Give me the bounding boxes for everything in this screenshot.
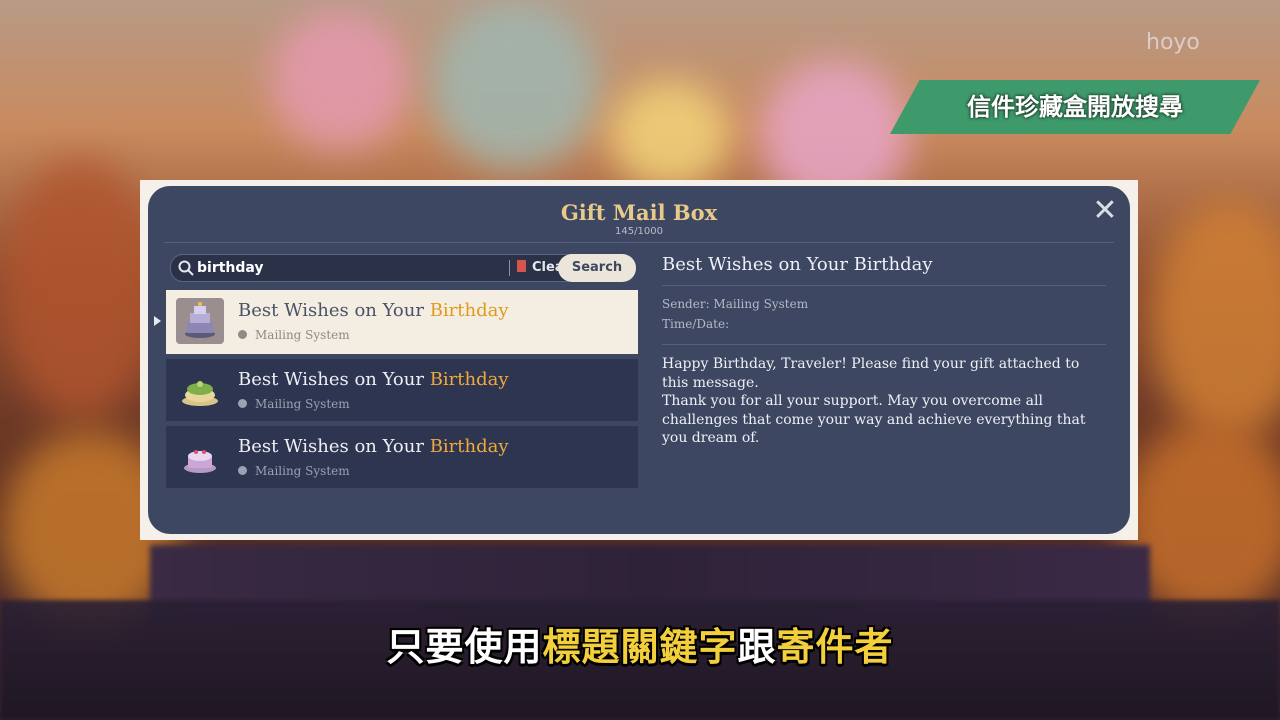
- mail-sender: Mailing System: [238, 328, 350, 342]
- mail-detail-panel: Best Wishes on Your Birthday Sender: Mai…: [662, 254, 1106, 448]
- body-paragraph: Happy Birthday, Traveler! Please find yo…: [662, 356, 1080, 391]
- watermark-logo: hoyo: [1146, 30, 1200, 55]
- trash-icon: [517, 260, 526, 272]
- detail-sender: Sender: Mailing System: [662, 297, 809, 311]
- detail-body: Happy Birthday, Traveler! Please find yo…: [662, 355, 1106, 448]
- mail-item[interactable]: Best Wishes on Your Birthday Mailing Sys…: [154, 290, 638, 354]
- feature-tag-text: 信件珍藏盒開放搜尋: [967, 93, 1183, 121]
- search-input[interactable]: [197, 257, 457, 279]
- gift-mail-box-dialog: Gift Mail Box 145/1000 ✕ Clear Search Be…: [148, 186, 1130, 534]
- mail-subject: Best Wishes on Your Birthday: [238, 369, 509, 390]
- detail-divider: [662, 344, 1106, 345]
- mail-item[interactable]: Best Wishes on Your Birthday Mailing Sys…: [166, 426, 638, 488]
- video-subtitle: 只要使用標題關鍵字跟寄件者: [386, 625, 894, 669]
- detail-time: Time/Date:: [662, 317, 730, 331]
- mail-sender: Mailing System: [238, 464, 350, 478]
- mail-subject: Best Wishes on Your Birthday: [238, 300, 509, 321]
- lavender-cake-icon: [184, 450, 216, 473]
- mail-sender: Mailing System: [238, 397, 350, 411]
- header-divider: [164, 242, 1114, 243]
- search-icon: [178, 260, 194, 276]
- green-cake-icon: [182, 381, 218, 406]
- selection-arrow-icon: [154, 316, 161, 326]
- mail-count: 145/1000: [615, 226, 663, 237]
- mail-list: Best Wishes on Your Birthday Mailing Sys…: [154, 290, 638, 493]
- search-divider: [509, 260, 510, 276]
- detail-subject: Best Wishes on Your Birthday: [662, 254, 933, 275]
- body-paragraph: Thank you for all your support. May you …: [662, 393, 1086, 446]
- close-icon[interactable]: ✕: [1090, 196, 1120, 226]
- mail-item[interactable]: Best Wishes on Your Birthday Mailing Sys…: [166, 359, 638, 421]
- search-bar: Clear Search: [170, 254, 636, 282]
- detail-divider: [662, 285, 1106, 286]
- dialog-title: Gift Mail Box: [560, 200, 718, 225]
- mail-subject: Best Wishes on Your Birthday: [238, 436, 509, 457]
- person-icon: [238, 399, 247, 408]
- feature-tag-badge: 信件珍藏盒開放搜尋: [890, 80, 1260, 134]
- purple-cake-icon: [176, 298, 224, 344]
- search-button[interactable]: Search: [558, 254, 636, 282]
- person-icon: [238, 330, 247, 339]
- person-icon: [238, 466, 247, 475]
